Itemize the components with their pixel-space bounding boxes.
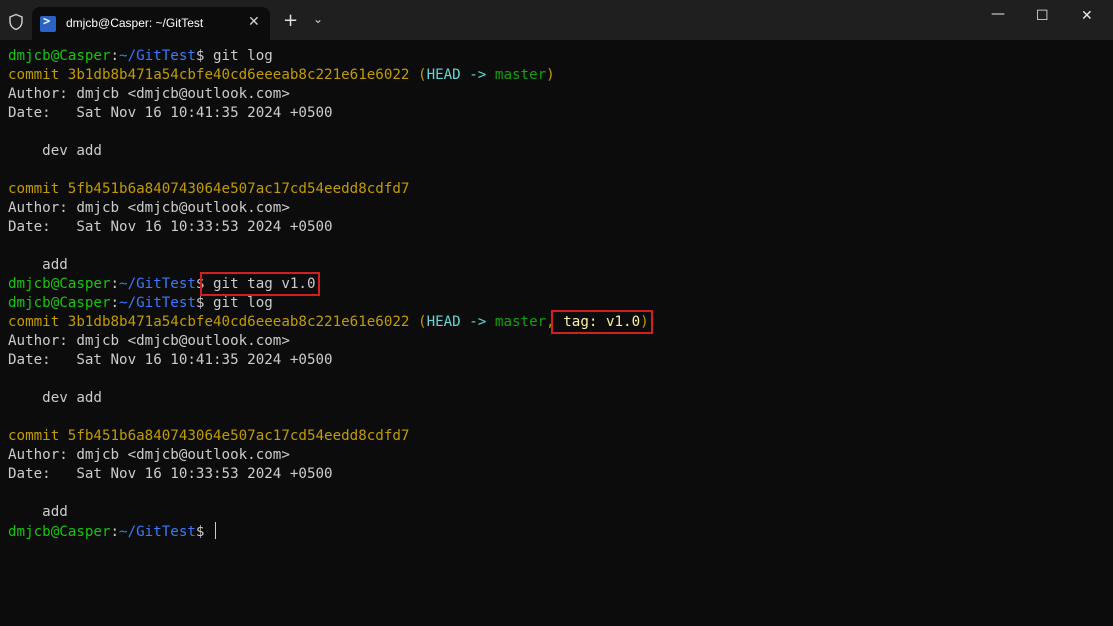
new-tab-button[interactable]: + bbox=[283, 10, 298, 31]
highlighted-command: git tag v1.0 bbox=[200, 272, 320, 296]
shield-icon[interactable] bbox=[7, 13, 25, 31]
commit-message: dev add bbox=[8, 390, 102, 406]
prompt-sep: : bbox=[110, 48, 120, 64]
ref-close: ) bbox=[640, 314, 649, 330]
branch-ref: master bbox=[494, 314, 547, 330]
commit-hash: commit 5fb451b6a840743064e507ac17cd54eed… bbox=[8, 181, 410, 197]
author-line: Author: dmjcb <dmjcb@outlook.com> bbox=[8, 333, 290, 349]
commit-line: commit 3b1db8b471a54cbfe40cd6eeeab8c221e… bbox=[8, 310, 1113, 334]
ref-close: ) bbox=[546, 67, 555, 83]
prompt-path: ~/GitTest bbox=[119, 48, 196, 64]
commit-hash: commit 3b1db8b471a54cbfe40cd6eeeab8c221e… bbox=[8, 314, 410, 330]
head-ref: HEAD -> bbox=[426, 314, 495, 330]
powershell-icon: > bbox=[40, 14, 56, 32]
author-line: Author: dmjcb <dmjcb@outlook.com> bbox=[8, 86, 290, 102]
command-text: git tag v1.0 bbox=[213, 276, 316, 292]
terminal-tab[interactable]: > dmjcb@Casper: ~/GitTest ✕ bbox=[32, 7, 270, 40]
minimize-button[interactable]: — bbox=[991, 6, 1005, 22]
maximize-button[interactable]: ☐ bbox=[1036, 8, 1049, 24]
author-line: Author: dmjcb <dmjcb@outlook.com> bbox=[8, 447, 290, 463]
date-line: Date: Sat Nov 16 10:41:35 2024 +0500 bbox=[8, 352, 333, 368]
branch-ref: master bbox=[494, 67, 547, 83]
chevron-down-icon[interactable]: ⌄ bbox=[313, 12, 323, 26]
date-line: Date: Sat Nov 16 10:33:53 2024 +0500 bbox=[8, 466, 333, 482]
command-text: git log bbox=[213, 295, 273, 311]
prompt-line: dmjcb@Casper:~/GitTest$ git log bbox=[8, 47, 1113, 66]
prompt-user: dmjcb@Casper bbox=[8, 48, 111, 64]
commit-hash: commit 5fb451b6a840743064e507ac17cd54eed… bbox=[8, 428, 410, 444]
ref-open: ( bbox=[409, 67, 427, 83]
tab-close-icon[interactable]: ✕ bbox=[248, 14, 260, 30]
commit-message: add bbox=[8, 504, 68, 520]
prompt-user: dmjcb@Casper bbox=[8, 276, 111, 292]
command-text: git log bbox=[213, 48, 273, 64]
prompt-sep: : bbox=[110, 295, 120, 311]
prompt-line: dmjcb@Casper:~/GitTest$ git log bbox=[8, 294, 1113, 313]
commit-line: commit 3b1db8b471a54cbfe40cd6eeeab8c221e… bbox=[8, 66, 1113, 85]
tag-ref: tag: v1.0 bbox=[554, 314, 641, 330]
prompt-user: dmjcb@Casper bbox=[8, 295, 111, 311]
prompt-path: ~/GitTest bbox=[119, 276, 196, 292]
prompt-line[interactable]: dmjcb@Casper:~/GitTest$ bbox=[8, 522, 1113, 541]
head-ref: HEAD -> bbox=[426, 67, 495, 83]
ref-open: ( bbox=[409, 314, 427, 330]
title-bar: > dmjcb@Casper: ~/GitTest ✕ + ⌄ — ☐ ✕ bbox=[0, 0, 1113, 40]
ref-comma: , bbox=[546, 314, 555, 330]
author-line: Author: dmjcb <dmjcb@outlook.com> bbox=[8, 200, 290, 216]
prompt-path: ~/GitTest bbox=[119, 295, 196, 311]
text-cursor bbox=[215, 522, 217, 539]
commit-line: commit 5fb451b6a840743064e507ac17cd54eed… bbox=[8, 180, 1113, 199]
commit-hash: commit 3b1db8b471a54cbfe40cd6eeeab8c221e… bbox=[8, 67, 410, 83]
prompt-sep: : bbox=[110, 524, 120, 540]
prompt-sep: : bbox=[110, 276, 120, 292]
prompt-line: dmjcb@Casper:~/GitTest$ git tag v1.0 bbox=[8, 272, 1113, 296]
commit-message: dev add bbox=[8, 143, 102, 159]
terminal-output[interactable]: dmjcb@Casper:~/GitTest$ git log commit 3… bbox=[8, 47, 1113, 541]
date-line: Date: Sat Nov 16 10:33:53 2024 +0500 bbox=[8, 219, 333, 235]
prompt-path: ~/GitTest bbox=[119, 524, 196, 540]
prompt-user: dmjcb@Casper bbox=[8, 524, 111, 540]
commit-message: add bbox=[8, 257, 68, 273]
close-window-button[interactable]: ✕ bbox=[1081, 8, 1093, 24]
commit-line: commit 5fb451b6a840743064e507ac17cd54eed… bbox=[8, 427, 1113, 446]
date-line: Date: Sat Nov 16 10:41:35 2024 +0500 bbox=[8, 105, 333, 121]
tab-title: dmjcb@Casper: ~/GitTest bbox=[66, 16, 204, 30]
highlighted-tag: tag: v1.0) bbox=[550, 310, 653, 334]
